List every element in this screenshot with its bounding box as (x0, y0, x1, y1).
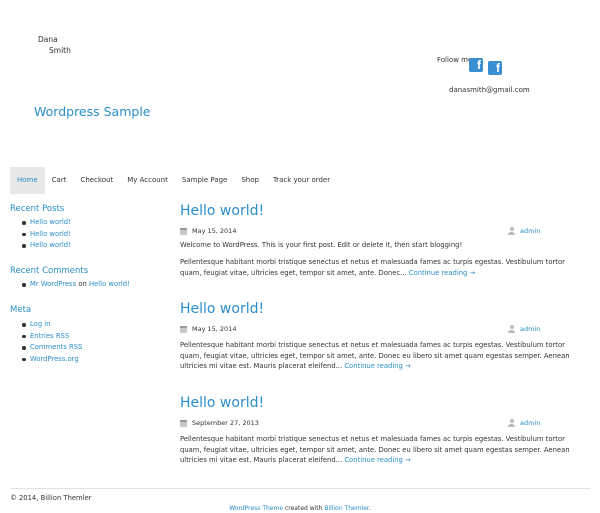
author-last-name: Smith (49, 46, 71, 55)
recent-post-link[interactable]: Hello world! (10, 240, 71, 252)
recent-comments-list: Mr WordPress on Hello world! (10, 279, 130, 291)
meta-item[interactable]: WordPress.org (10, 354, 82, 366)
post-date: May 15, 2014 (180, 227, 236, 235)
recent-comments-title: Recent Comments (10, 266, 89, 276)
continue-reading-link[interactable]: Continue reading → (344, 456, 410, 464)
footer-period: . (368, 505, 371, 512)
follow-label: Follow me (437, 56, 473, 64)
post-body: Pellentesque habitant morbi tristique se… (180, 257, 585, 278)
recent-comment-item: Mr WordPress on Hello world! (10, 279, 130, 291)
comment-author-link[interactable]: Mr WordPress (30, 280, 76, 288)
continue-reading-link[interactable]: Continue reading → (409, 269, 475, 277)
post-title[interactable]: Hello world! (180, 301, 264, 317)
post-date: May 15, 2014 (180, 325, 236, 333)
post-body: Pellentesque habitant morbi tristique se… (180, 434, 585, 466)
comment-on-text: on (78, 280, 87, 288)
main-nav: Home Cart Checkout My Account Sample Pag… (10, 167, 337, 194)
user-icon (508, 227, 515, 235)
recent-post-label[interactable]: Hello world! (30, 218, 71, 226)
continue-reading-link[interactable]: Continue reading → (344, 362, 410, 370)
user-icon (508, 325, 515, 333)
calendar-icon (180, 325, 187, 333)
footer-divider (10, 488, 590, 489)
post-excerpt: Welcome to WordPress. This is your first… (180, 241, 463, 249)
meta-comments-rss-link[interactable]: Comments RSS (30, 343, 82, 351)
footer-copyright: © 2014, Billion Themler (10, 494, 92, 502)
wordpress-theme-link[interactable]: WordPress Theme (229, 505, 283, 512)
themler-link[interactable]: Billion Themler (324, 505, 368, 512)
post-body: Pellentesque habitant morbi tristique se… (180, 340, 585, 372)
post-author-link[interactable]: admin (520, 227, 540, 235)
meta-item[interactable]: Log in (10, 319, 82, 331)
recent-posts-list: Hello world! Hello world! Hello world! (10, 217, 71, 252)
post-title[interactable]: Hello world! (180, 203, 264, 219)
meta-title: Meta (10, 305, 32, 315)
nav-item-track-order[interactable]: Track your order (266, 167, 337, 194)
created-with-text: created with (284, 505, 323, 512)
facebook-icon[interactable]: f (469, 58, 483, 72)
meta-item[interactable]: Entries RSS (10, 331, 82, 343)
facebook-icon[interactable]: f (488, 61, 502, 75)
post-author: admin (508, 227, 540, 235)
recent-post-link[interactable]: Hello world! (10, 229, 71, 241)
comment-post-link[interactable]: Hello world! (89, 280, 130, 288)
recent-post-label[interactable]: Hello world! (30, 230, 71, 238)
meta-item[interactable]: Comments RSS (10, 342, 82, 354)
email-link[interactable]: danasmith@gmail.com (449, 86, 530, 94)
post-author-link[interactable]: admin (520, 325, 540, 333)
post-author: admin (508, 419, 540, 427)
nav-item-checkout[interactable]: Checkout (73, 167, 120, 194)
recent-post-label[interactable]: Hello world! (30, 241, 71, 249)
nav-item-home[interactable]: Home (10, 167, 45, 194)
post-date-text: May 15, 2014 (192, 325, 237, 333)
meta-wordpress-link[interactable]: WordPress.org (30, 355, 79, 363)
author-first-name: Dana (38, 35, 58, 44)
nav-item-cart[interactable]: Cart (45, 167, 74, 194)
meta-list: Log in Entries RSS Comments RSS WordPres… (10, 319, 82, 365)
nav-item-shop[interactable]: Shop (234, 167, 266, 194)
post-title[interactable]: Hello world! (180, 395, 264, 411)
post-author-link[interactable]: admin (520, 419, 540, 427)
meta-login-link[interactable]: Log in (30, 320, 51, 328)
calendar-icon (180, 419, 187, 427)
user-icon (508, 419, 515, 427)
post-date-text: May 15, 2014 (192, 227, 237, 235)
nav-item-my-account[interactable]: My Account (120, 167, 175, 194)
footer-credits: WordPress Theme created with Billion The… (0, 505, 600, 512)
nav-item-sample-page[interactable]: Sample Page (175, 167, 234, 194)
post-date-text: September 27, 2013 (192, 419, 259, 427)
post-date: September 27, 2013 (180, 419, 259, 427)
recent-post-link[interactable]: Hello world! (10, 217, 71, 229)
post-body-text: Pellentesque habitant morbi tristique se… (180, 258, 565, 277)
post-author: admin (508, 325, 540, 333)
site-title[interactable]: Wordpress Sample (34, 104, 151, 119)
meta-entries-rss-link[interactable]: Entries RSS (30, 332, 69, 340)
calendar-icon (180, 227, 187, 235)
recent-posts-title: Recent Posts (10, 204, 65, 214)
